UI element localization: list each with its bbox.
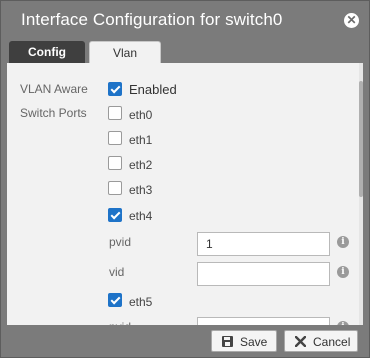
save-button[interactable]: Save [211,330,277,352]
dialog-title: Interface Configuration for switch0 [21,10,283,29]
cancel-button[interactable]: Cancel [284,330,358,352]
port-eth4-checkbox[interactable] [108,208,122,222]
vlan-aware-checkbox[interactable] [108,82,122,96]
x-mark-icon [295,336,306,347]
vlan-aware-label: VLAN Aware [20,82,88,96]
close-icon[interactable]: ✕ [344,13,359,28]
eth4-pvid-input[interactable] [197,232,330,256]
port-eth2-checkbox[interactable] [108,156,122,170]
save-button-label: Save [240,335,268,349]
info-icon[interactable]: i [337,266,349,278]
port-eth1-checkbox[interactable] [108,131,122,145]
tab-vlan[interactable]: Vlan [89,41,161,63]
eth5-pvid-input[interactable] [197,317,330,325]
eth4-pvid-label: pvid [109,235,132,249]
port-eth3-checkbox[interactable] [108,181,122,195]
port-eth1-label: eth1 [129,133,153,147]
port-eth5-label: eth5 [129,295,153,309]
dialog-titlebar[interactable]: Interface Configuration for switch0 ✕ [1,1,369,39]
port-eth3-label: eth3 [129,183,153,197]
tab-config[interactable]: Config [9,41,85,63]
eth4-vid-label: vid [109,265,125,279]
port-eth0-label: eth0 [129,108,153,122]
port-eth0-checkbox[interactable] [108,106,122,120]
cancel-button-label: Cancel [313,335,351,349]
floppy-disk-icon [222,336,233,347]
dialog-footer: Save Cancel [1,325,369,357]
content-scrollbar[interactable] [359,63,363,325]
vlan-aware-value: Enabled [129,82,177,97]
port-eth4-label: eth4 [129,209,153,223]
switch-ports-label: Switch Ports [20,106,87,120]
port-eth2-label: eth2 [129,158,153,172]
config-form-panel: VLAN Aware Enabled Switch Ports eth0 eth… [7,63,363,325]
scrollbar-thumb[interactable] [359,81,363,197]
eth4-vid-input[interactable] [197,262,330,286]
info-icon[interactable]: i [337,236,349,248]
interface-config-dialog: Interface Configuration for switch0 ✕ Co… [0,0,370,358]
port-eth5-checkbox[interactable] [108,293,122,307]
